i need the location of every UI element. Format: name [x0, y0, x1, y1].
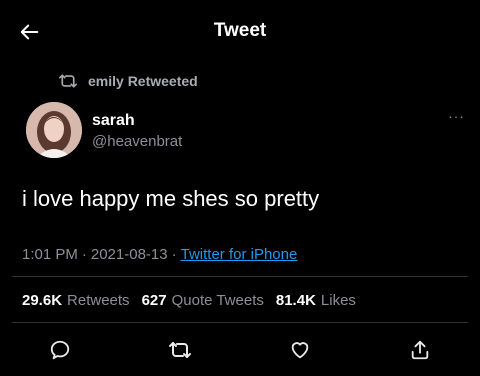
divider — [12, 276, 468, 277]
quote-tweets-label: Quote Tweets — [171, 292, 264, 309]
retweeted-by-text: emily Retweeted — [88, 73, 198, 89]
tweet-text: i love happy me shes so pretty — [22, 186, 320, 211]
page-title: Tweet — [213, 20, 267, 41]
tweet-source-link[interactable]: Twitter for iPhone — [181, 246, 298, 263]
author-name[interactable]: sarah — [92, 112, 135, 130]
retweets-count: 29.6K — [22, 292, 63, 309]
meta-separator: · — [81, 246, 87, 263]
retweet-button[interactable] — [160, 336, 200, 364]
likes-label: Likes — [320, 292, 356, 309]
tweet-time: 1:01 PM — [22, 246, 78, 263]
retweet-icon — [58, 72, 78, 90]
retweeted-by[interactable]: emily Retweeted — [58, 72, 198, 90]
author-handle[interactable]: @heavenbrat — [92, 133, 182, 150]
divider — [12, 322, 468, 323]
share-icon — [409, 339, 431, 361]
tweet-actions — [40, 336, 440, 364]
likes-stat[interactable]: 81.4K Likes — [276, 292, 356, 309]
avatar[interactable] — [26, 102, 82, 158]
retweet-icon — [168, 339, 192, 361]
meta-separator: · — [171, 246, 177, 263]
retweets-label: Retweets — [67, 292, 130, 309]
more-icon[interactable]: ··· — [448, 108, 465, 124]
tweet-meta: 1:01 PM · 2021-08-13 · Twitter for iPhon… — [22, 246, 297, 263]
tweet-date: 2021-08-13 — [90, 246, 168, 263]
like-icon — [289, 339, 311, 361]
reply-icon — [49, 339, 71, 361]
likes-count: 81.4K — [275, 292, 316, 309]
quote-tweets-stat[interactable]: 627 Quote Tweets — [142, 292, 264, 309]
reply-button[interactable] — [40, 336, 80, 364]
like-button[interactable] — [280, 336, 320, 364]
share-button[interactable] — [400, 336, 440, 364]
retweets-stat[interactable]: 29.6K Retweets — [22, 292, 130, 309]
quote-tweets-count: 627 — [141, 292, 167, 309]
engagement-stats: 29.6K Retweets 627 Quote Tweets 81.4K Li… — [22, 292, 362, 309]
